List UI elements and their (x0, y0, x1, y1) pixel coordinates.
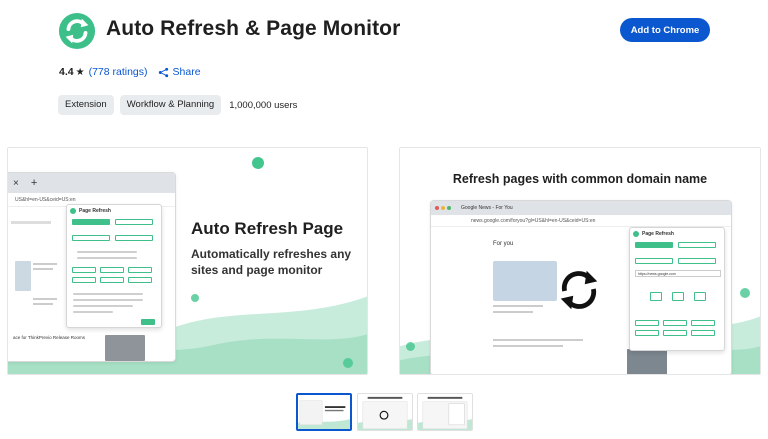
mock-caption: ace for ThinkPrevio Release Rooms (13, 335, 85, 340)
user-count: 1,000,000 users (229, 99, 298, 111)
thumbnail-preview (358, 394, 412, 430)
decor-dot (343, 358, 353, 368)
category-chips: Extension Workflow & Planning 1,000,000 … (58, 95, 297, 115)
refresh-arrows-icon (560, 270, 598, 310)
extension-title: Auto Refresh & Page Monitor (106, 17, 401, 40)
rating-value: 4.4 (59, 66, 74, 78)
decor-dot (252, 157, 264, 169)
thumbnail-1[interactable] (296, 393, 352, 431)
screenshot-1[interactable]: × + US&hl=en-US&ceid=US:en ace for Think… (7, 147, 368, 375)
popup-title: Page Refresh (630, 228, 724, 240)
add-to-chrome-button[interactable]: Add to Chrome (620, 18, 710, 42)
mock-tabbar: × + (8, 173, 175, 193)
screenshot-headline: Refresh pages with common domain name (452, 172, 708, 186)
popup-title: Page Refresh (67, 205, 161, 217)
share-label: Share (172, 66, 201, 78)
mock-extension-popup: Page Refresh https://news.google.com (629, 227, 725, 351)
tab-close-icon: × (13, 177, 19, 189)
thumbnail-preview (418, 394, 472, 430)
decor-dot (406, 342, 415, 351)
screenshot-headline: Auto Refresh Page (191, 219, 344, 238)
chip-workflow-planning[interactable]: Workflow & Planning (119, 95, 222, 115)
thumbnail-2[interactable] (357, 393, 413, 431)
chip-extension[interactable]: Extension (58, 95, 114, 115)
new-tab-icon: + (30, 177, 38, 189)
decor-dot (740, 288, 750, 298)
rating-row: 4.4 ★ (778 ratings) Share (59, 66, 201, 78)
popup-url: https://news.google.com (635, 270, 721, 277)
mock-section-title: For you (493, 241, 514, 247)
extension-logo-icon (58, 12, 96, 50)
share-button[interactable]: Share (158, 66, 201, 78)
screenshot-subline: Automatically refreshes any sites and pa… (191, 247, 352, 277)
ratings-link[interactable]: (778 ratings) (89, 66, 148, 78)
share-icon (158, 67, 168, 77)
mock-tabbar: Google News - For You (431, 201, 731, 215)
mock-extension-popup: Page Refresh (66, 204, 162, 328)
mock-tab-title: Google News - For You (461, 205, 513, 211)
thumbnail-3[interactable] (417, 393, 473, 431)
screenshot-2[interactable]: Refresh pages with common domain name Go… (399, 147, 761, 375)
thumbnail-preview (298, 395, 350, 429)
star-icon: ★ (75, 66, 85, 78)
mock-address-bar: news.google.com/foryou?gl=US&hl=en-US&ce… (431, 215, 731, 227)
decor-dot (191, 294, 199, 302)
